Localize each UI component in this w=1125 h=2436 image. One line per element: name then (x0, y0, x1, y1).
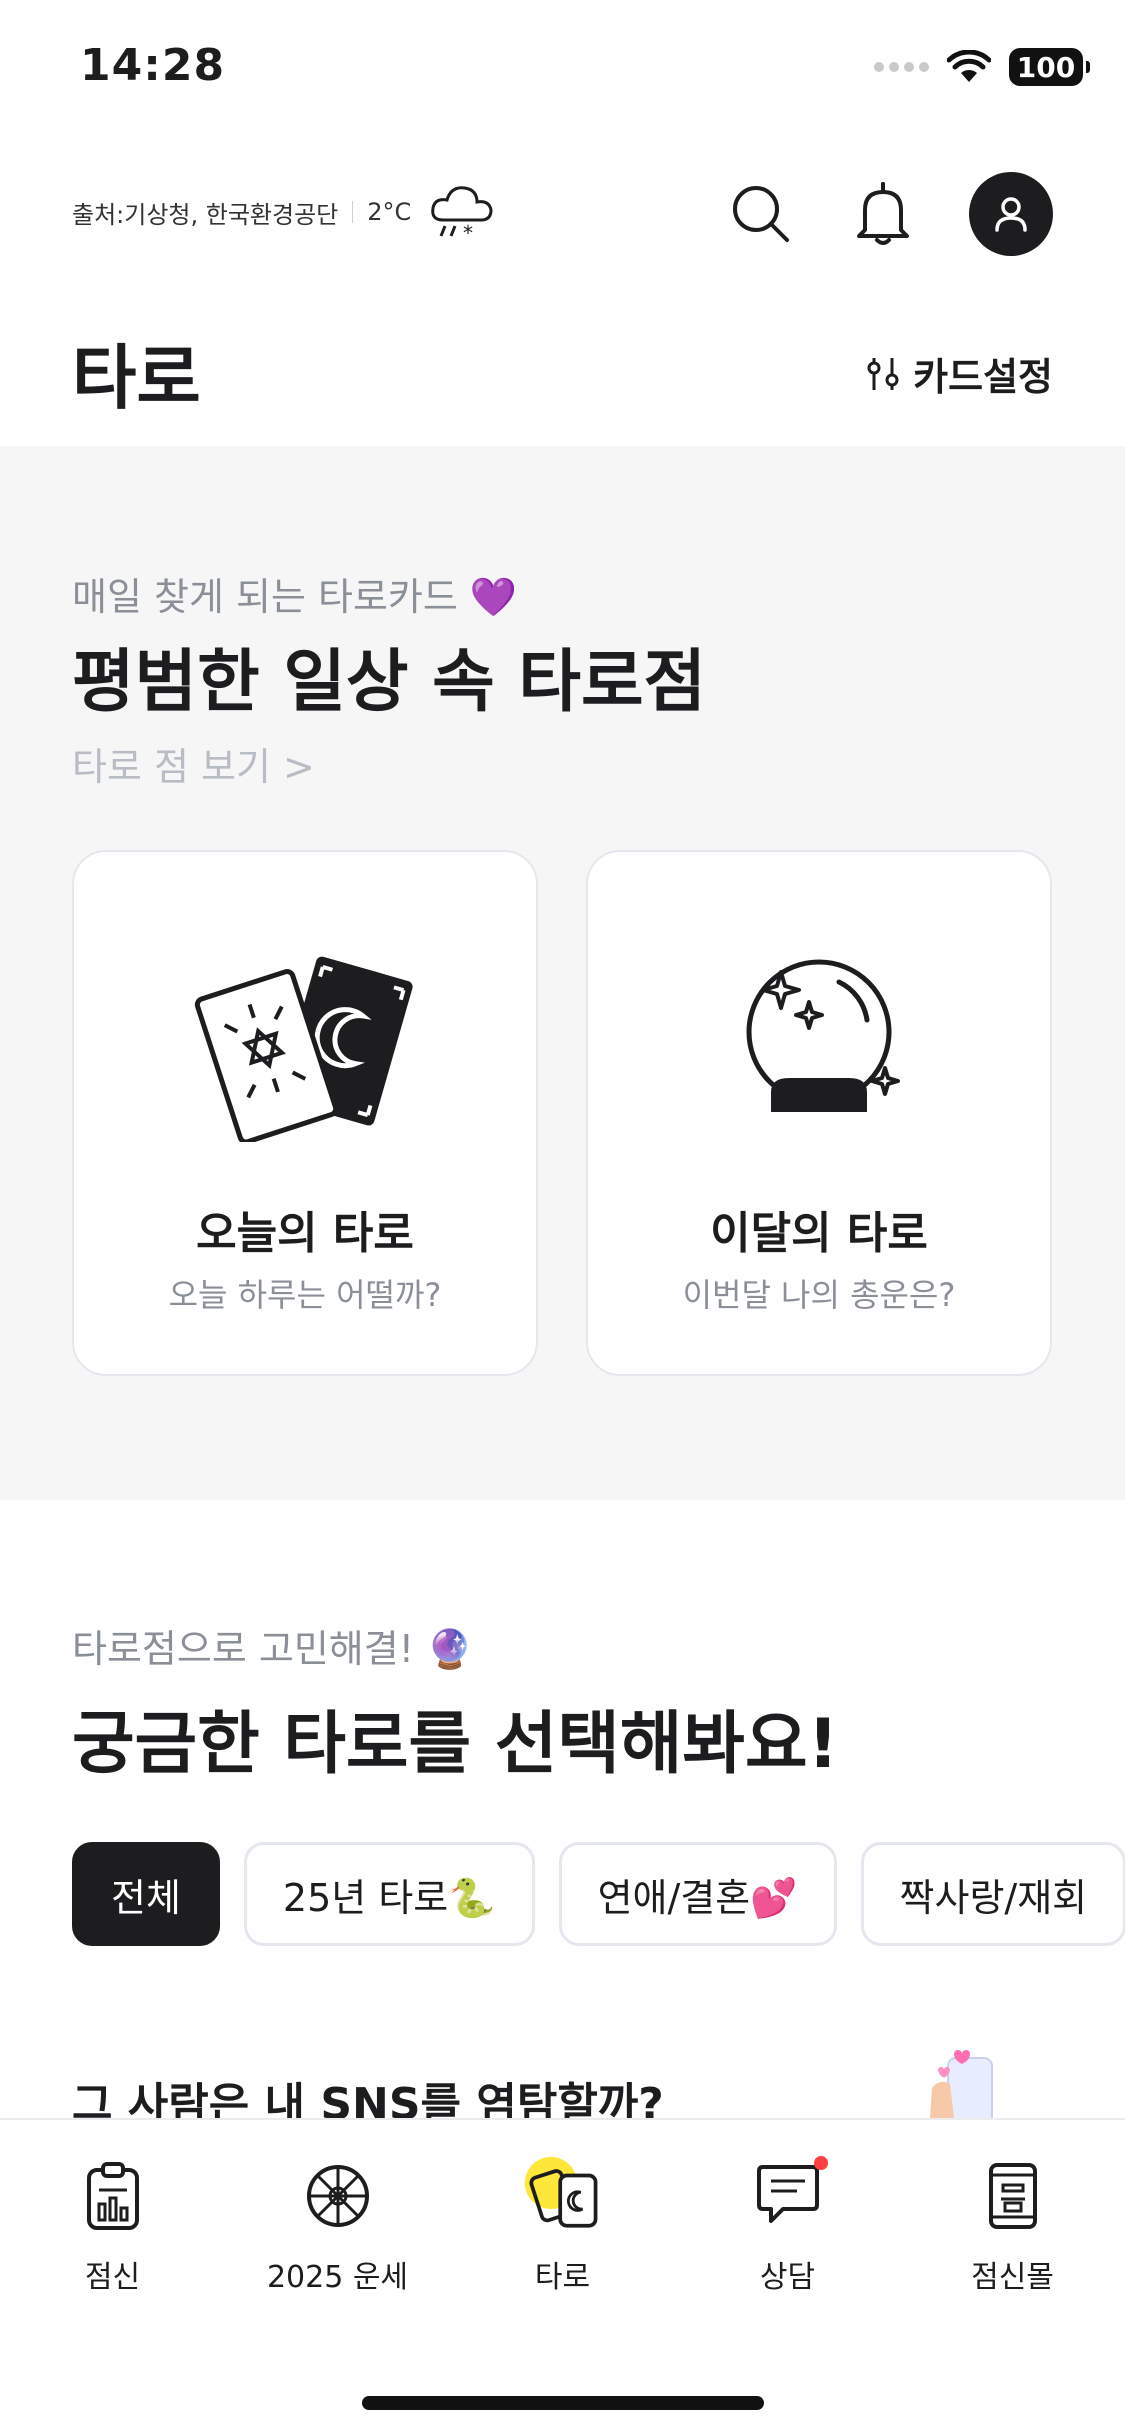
tab-label: 2025 운세 (266, 2260, 409, 2295)
header-actions (725, 172, 1053, 256)
weather-info[interactable]: 출처:기상청, 한국환경공단 2°C * (72, 180, 497, 244)
tab-label: 점신 (84, 2260, 141, 2295)
today-tarot-subtitle: 오늘 하루는 어떨까? (168, 1276, 442, 1314)
monthly-tarot-subtitle: 이번달 나의 총운은? (682, 1276, 956, 1314)
crystal-ball-icon (588, 942, 1050, 1142)
tab-2025-fortune[interactable]: 2025 운세 (225, 2156, 450, 2296)
tab-consult[interactable]: 상담 (675, 2156, 900, 2296)
weather-source: 출처:기상청, 한국환경공단 (72, 200, 339, 229)
category-chips: 전체 25년 타로🐍 연애/결혼💕 짝사랑/재회 (72, 1842, 1125, 1946)
today-tarot-title: 오늘의 타로 (196, 1208, 414, 1259)
svg-text:*: * (463, 221, 473, 244)
shop-scroll-icon (988, 2163, 1037, 2229)
search-icon (733, 186, 789, 242)
fortune-wheel-icon (306, 2165, 369, 2227)
tarot-item-title[interactable]: 그 사람은 내 SNS를 염탐할까? (72, 2068, 664, 2118)
tab-jeomsin[interactable]: 점신 (0, 2156, 225, 2296)
monthly-tarot-card[interactable]: 이달의 타로 이번달 나의 총운은? (586, 850, 1052, 1376)
bell-icon (857, 182, 909, 245)
tab-shop[interactable]: 점신몰 (900, 2156, 1125, 2296)
hero-subtitle: 매일 찾게 되는 타로카드 💜 (72, 575, 518, 619)
tab-label: 상담 (759, 2260, 816, 2295)
section-title: 궁금한 타로를 선택해봐요! (72, 1705, 839, 1784)
chip-crush-reunion[interactable]: 짝사랑/재회 (860, 1842, 1125, 1946)
daily-tarot-section: 매일 찾게 되는 타로카드 💜 평범한 일상 속 타로점 타로 점 보기 > 오… (0, 446, 1125, 1500)
chip-2025-tarot[interactable]: 25년 타로🐍 (243, 1842, 535, 1946)
status-bar: 14:28 100 (0, 0, 1125, 140)
notification-badge (813, 2156, 828, 2170)
hero-title: 평범한 일상 속 타로점 (72, 643, 707, 722)
tarot-view-link[interactable]: 타로 점 보기 > (72, 736, 315, 791)
section-subtitle: 타로점으로 고민해결! 🔮 (72, 1627, 474, 1671)
cellular-signal-icon (874, 62, 929, 72)
wifi-icon (947, 50, 991, 82)
user-icon (995, 197, 1027, 232)
battery-indicator: 100 (1009, 48, 1090, 86)
page-title: 타로 (72, 337, 201, 419)
card-setting-button[interactable]: 카드설정 (865, 346, 1053, 401)
card-setting-label: 카드설정 (913, 355, 1053, 399)
monthly-tarot-title: 이달의 타로 (710, 1208, 928, 1259)
sliders-icon (867, 357, 899, 390)
profile-button[interactable] (969, 172, 1053, 256)
weather-temperature: 2°C (367, 198, 412, 226)
tarot-tab-icon (524, 2156, 597, 2228)
chat-bubble-icon (756, 2165, 819, 2223)
chip-love-marriage[interactable]: 연애/결혼💕 (558, 1842, 837, 1946)
tab-label: 점신몰 (971, 2260, 1054, 2295)
phone-hearts-illustration (920, 2048, 1010, 2118)
bottom-tab-bar: 점신 2025 운세 타로 상담 점신몰 (0, 2118, 1125, 2436)
tab-tarot[interactable]: 타로 (450, 2156, 675, 2296)
today-tarot-card[interactable]: 오늘의 타로 오늘 하루는 어떨까? (72, 850, 538, 1376)
tarot-cards-icon (74, 942, 536, 1142)
tab-label: 타로 (534, 2260, 591, 2295)
status-time: 14:28 (80, 40, 226, 91)
clipboard-chart-icon (86, 2162, 139, 2230)
divider (352, 201, 354, 223)
search-button[interactable] (725, 178, 797, 250)
chip-all[interactable]: 전체 (72, 1842, 220, 1946)
status-indicators: 100 (874, 48, 1090, 86)
snow-rain-cloud-icon: * (431, 186, 493, 244)
home-indicator[interactable] (362, 2396, 764, 2410)
notification-button[interactable] (847, 178, 919, 250)
